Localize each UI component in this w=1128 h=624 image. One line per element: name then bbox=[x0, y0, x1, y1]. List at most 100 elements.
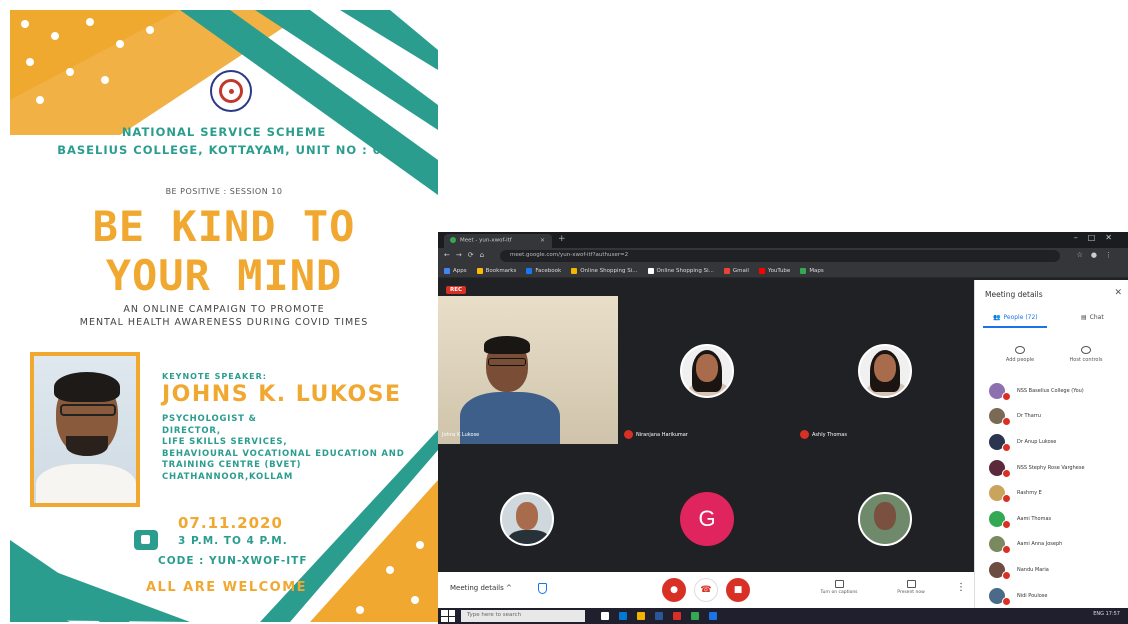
close-icon[interactable]: ✕ bbox=[1114, 288, 1122, 298]
store-icon[interactable] bbox=[655, 612, 663, 620]
bookmark-item[interactable]: Facebook bbox=[526, 267, 561, 274]
poster-campaign-1: AN ONLINE CAMPAIGN TO PROMOTE bbox=[123, 304, 325, 315]
meeting-details-panel: Meeting details ✕ 👥 People (72) ▤ Chat Add… bbox=[974, 280, 1128, 608]
participant-avatar[interactable] bbox=[858, 344, 912, 398]
event-time: 3 P.M. TO 4 P.M. bbox=[178, 535, 288, 547]
add-people-button[interactable]: Add people bbox=[995, 346, 1045, 363]
screenshot-canvas: NATIONAL SERVICE SCHEME BASELIUS COLLEGE… bbox=[0, 0, 1128, 624]
app-icon[interactable] bbox=[709, 612, 717, 620]
present-now-button[interactable]: Present now bbox=[888, 580, 934, 595]
browser-menu-icon[interactable]: ☆●⋮ bbox=[1077, 251, 1120, 259]
tile-name-label: Ashly Thomas bbox=[800, 430, 847, 439]
list-item[interactable]: Dr Anup Lukose bbox=[975, 429, 1128, 455]
participant-initial-avatar[interactable]: G bbox=[680, 492, 734, 546]
tab-title: Meet - yun-xwof-itf bbox=[460, 237, 512, 244]
panel-title: Meeting details bbox=[985, 290, 1043, 299]
poster-headline-2: YOUR MIND bbox=[105, 251, 343, 300]
bookmarks-bar: Apps Bookmarks Facebook Online Shopping … bbox=[438, 264, 1128, 278]
meeting-code: CODE : YUN-XWOF-ITF bbox=[158, 555, 308, 567]
folder-icon[interactable] bbox=[637, 612, 645, 620]
speaker-credential-line: BEHAVIOURAL VOCATIONAL EDUCATION AND bbox=[162, 448, 405, 459]
speaker-credential-line: PSYCHOLOGIST & bbox=[162, 414, 257, 424]
list-item[interactable]: Dr Tharru bbox=[975, 404, 1128, 430]
meet-window: Meet - yun-xwof-itf ✕ + –□✕ ←→⟳⌂ meet.go… bbox=[438, 232, 1128, 624]
app-icon[interactable] bbox=[673, 612, 681, 620]
edge-icon[interactable] bbox=[619, 612, 627, 620]
speaker-credential-line: TRAINING CENTRE (BVET) bbox=[162, 460, 302, 470]
speaker-credential-line: CHATHANNOOR,KOLLAM bbox=[162, 471, 294, 482]
close-icon[interactable]: ✕ bbox=[540, 237, 545, 244]
mic-off-button[interactable]: ● bbox=[662, 578, 686, 602]
poster-headline-1: BE KIND TO bbox=[92, 202, 356, 251]
speaker-credential-line: DIRECTOR, bbox=[162, 425, 221, 436]
bookmark-item[interactable]: Apps bbox=[444, 267, 467, 274]
list-item[interactable]: NSS Baselius College (You) bbox=[975, 378, 1128, 404]
participant-avatar[interactable] bbox=[680, 344, 734, 398]
recording-badge: REC bbox=[446, 286, 467, 294]
list-item[interactable]: Nidi Poulose bbox=[975, 583, 1128, 609]
shield-icon[interactable] bbox=[538, 583, 547, 594]
taskbar-search-input[interactable]: Type here to search bbox=[461, 610, 585, 622]
poster-campaign-2: MENTAL HEALTH AWARENESS DURING COVID TIM… bbox=[79, 317, 369, 328]
list-item[interactable]: Rashmy E bbox=[975, 480, 1128, 506]
bookmark-item[interactable]: Maps bbox=[800, 267, 824, 274]
more-options-icon[interactable]: ⋮ bbox=[956, 582, 966, 593]
bookmark-item[interactable]: Gmail bbox=[723, 267, 749, 274]
nav-buttons[interactable]: ←→⟳⌂ bbox=[444, 251, 490, 259]
leave-call-button[interactable]: ☎ bbox=[694, 578, 718, 602]
camera-off-button[interactable]: ■ bbox=[726, 578, 750, 602]
speaker-credential-line: LIFE SKILLS SERVICES, bbox=[162, 437, 288, 447]
speaker-credentials: PSYCHOLOGIST & DIRECTOR, LIFE SKILLS SER… bbox=[162, 414, 405, 483]
list-item[interactable]: Aami Anna Joseph bbox=[975, 532, 1128, 558]
bookmark-item[interactable]: Online Shopping Si... bbox=[571, 267, 638, 274]
active-tab-indicator bbox=[983, 326, 1047, 328]
taskview-icon[interactable] bbox=[601, 612, 609, 620]
speaker-photo bbox=[30, 352, 140, 507]
event-date: 07.11.2020 bbox=[178, 514, 283, 532]
poster-welcome: ALL ARE WELCOME bbox=[146, 580, 308, 595]
nss-logo bbox=[210, 70, 252, 112]
bookmark-item[interactable]: YouTube bbox=[758, 267, 790, 274]
list-item[interactable]: Nandu Maria bbox=[975, 557, 1128, 583]
host-controls-button[interactable]: Host controls bbox=[1061, 346, 1111, 363]
bookmark-item[interactable]: Online Shopping Si... bbox=[647, 267, 714, 274]
browser-tab-strip: Meet - yun-xwof-itf ✕ + –□✕ bbox=[438, 232, 1128, 248]
tab-people[interactable]: 👥 People (72) bbox=[993, 314, 1038, 321]
poster-college-name: BASELIUS COLLEGE, KOTTAYAM, UNIT NO : 05 bbox=[57, 143, 391, 157]
url-bar[interactable]: meet.google.com/yun-xwof-itf?authuser=2 bbox=[500, 250, 1060, 262]
address-row: ←→⟳⌂ meet.google.com/yun-xwof-itf?authus… bbox=[438, 248, 1128, 264]
people-icon: 👥 bbox=[993, 314, 1001, 321]
keynote-label: KEYNOTE SPEAKER: bbox=[162, 372, 267, 381]
speaker-name: JOHNS K. LUKOSE bbox=[162, 382, 402, 407]
bookmark-item[interactable]: Bookmarks bbox=[476, 267, 516, 274]
poster-session: BE POSITIVE : SESSION 10 bbox=[165, 187, 283, 196]
windows-taskbar: Type here to search ENG 17:57 bbox=[438, 608, 1128, 624]
mic-off-icon bbox=[800, 430, 809, 439]
window-controls[interactable]: –□✕ bbox=[1074, 233, 1122, 242]
participant-avatar[interactable] bbox=[500, 492, 554, 546]
video-tile-main[interactable]: Johns K Lukose bbox=[438, 296, 618, 444]
meeting-details-toggle[interactable]: Meeting details ^ bbox=[450, 584, 512, 592]
poster-org-name: NATIONAL SERVICE SCHEME bbox=[121, 125, 327, 139]
chat-icon: ▤ bbox=[1081, 314, 1087, 321]
tile-name-label: Johns K Lukose bbox=[442, 432, 480, 438]
video-grid: REC Johns K Lukose Niranjana Harikumar A… bbox=[438, 280, 974, 572]
captions-button[interactable]: Turn on captions bbox=[816, 580, 862, 595]
browser-tab[interactable]: Meet - yun-xwof-itf ✕ bbox=[444, 234, 552, 248]
event-poster: NATIONAL SERVICE SCHEME BASELIUS COLLEGE… bbox=[10, 10, 438, 622]
tab-chat[interactable]: ▤ Chat bbox=[1081, 314, 1104, 321]
list-item[interactable]: NSS Stephy Rose Varghese bbox=[975, 455, 1128, 481]
system-tray: ENG 17:57 bbox=[1093, 611, 1120, 617]
windows-start-icon[interactable] bbox=[441, 610, 455, 622]
new-tab-icon[interactable]: + bbox=[558, 234, 566, 244]
tile-name-label: Niranjana Harikumar bbox=[624, 430, 688, 439]
mic-off-icon bbox=[624, 430, 633, 439]
meeting-controls-bar: Meeting details ^ ● ☎ ■ Turn on captions… bbox=[438, 572, 974, 608]
taskbar-apps bbox=[601, 612, 717, 620]
meet-video-icon bbox=[134, 530, 158, 550]
list-item[interactable]: Aami Thomas bbox=[975, 506, 1128, 532]
meet-favicon-icon bbox=[450, 237, 456, 243]
people-list: NSS Baselius College (You) Dr Tharru Dr … bbox=[975, 378, 1128, 608]
participant-avatar[interactable] bbox=[858, 492, 912, 546]
chrome-icon[interactable] bbox=[691, 612, 699, 620]
